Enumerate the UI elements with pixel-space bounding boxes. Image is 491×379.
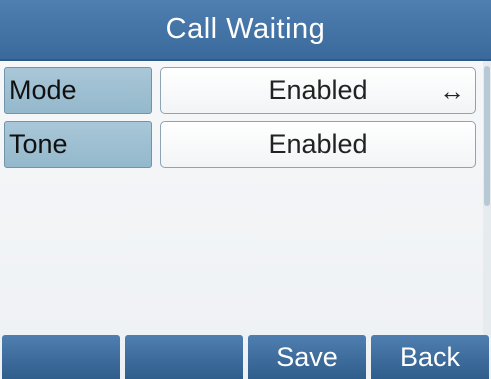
left-right-arrow-icon[interactable]: ↔	[439, 76, 465, 107]
back-button[interactable]: Back	[371, 335, 489, 379]
tone-select[interactable]: Enabled	[160, 121, 476, 168]
setting-row-mode: Mode Enabled ↔	[0, 67, 491, 116]
scrollbar-thumb[interactable]	[484, 66, 490, 206]
mode-select[interactable]: Enabled ↔	[160, 67, 476, 114]
mode-value: Enabled	[268, 75, 368, 105]
save-button[interactable]: Save	[248, 335, 366, 379]
tone-value: Enabled	[268, 129, 368, 159]
phone-screen: Call Waiting Mode Enabled ↔ Tone Enabled…	[0, 0, 491, 379]
mode-label: Mode	[4, 67, 152, 114]
softkey-2[interactable]	[125, 335, 243, 379]
softkey-1[interactable]	[2, 335, 120, 379]
page-title: Call Waiting	[0, 0, 491, 61]
setting-row-tone: Tone Enabled	[0, 121, 491, 170]
tone-label: Tone	[4, 121, 152, 168]
softkey-bar: Save Back	[0, 335, 491, 379]
